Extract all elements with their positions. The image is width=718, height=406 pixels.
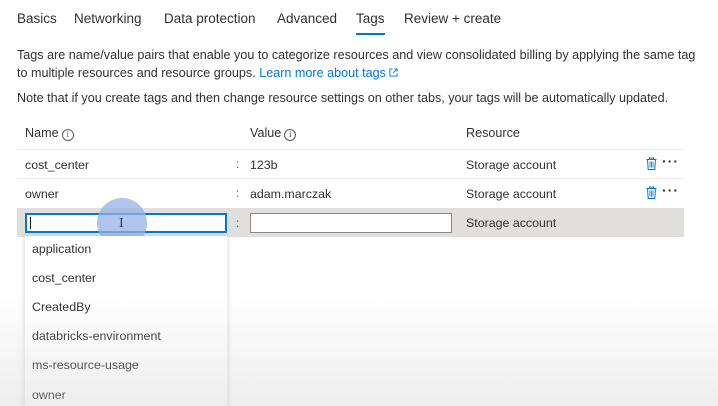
info-icon[interactable]: i [61,129,74,141]
tag-value-input[interactable] [250,213,452,233]
tag-separator: : [236,216,240,230]
trash-icon[interactable] [646,186,657,199]
external-link-icon [389,68,398,77]
trash-icon[interactable] [646,157,657,170]
tag-resource-cell: Storage account [466,158,557,172]
tag-value-cell: adam.marczak [250,187,332,201]
tab-review-create[interactable]: Review + create [404,11,501,26]
suggestion-createdby[interactable]: CreatedBy [32,300,91,314]
tab-basics[interactable]: Basics [17,11,57,26]
tag-name-suggestions: application cost_center CreatedBy databr… [25,236,227,406]
tab-networking[interactable]: Networking [74,11,142,26]
tab-tags[interactable]: Tags [356,11,385,35]
suggestion-application[interactable]: application [32,242,91,256]
info-icon[interactable]: i [284,129,297,141]
suggestion-databricks-environment[interactable]: databricks-environment [32,329,161,343]
tag-name-cell: owner [25,187,59,201]
active-tab-indicator [356,33,385,35]
text-caret [30,217,31,229]
tags-description: Tags are name/value pairs that enable yo… [17,46,707,82]
suggestion-cost-center[interactable]: cost_center [32,271,96,285]
divider [17,178,684,179]
tag-resource-cell: Storage account [466,187,557,201]
suggestion-owner[interactable]: owner [32,388,66,402]
tag-separator: : [236,157,240,171]
tag-resource-cell: Storage account [466,216,557,230]
tags-update-note: Note that if you create tags and then ch… [17,91,669,105]
column-header-name: Name i [25,126,74,141]
text-cursor-icon: I [119,216,124,230]
more-icon[interactable]: ··· [662,182,679,198]
divider [17,149,684,150]
tag-separator: : [236,186,240,200]
wizard-tabs: Basics Networking Data protection Advanc… [0,0,718,40]
learn-more-link[interactable]: Learn more about tags [259,66,398,80]
tag-name-cell: cost_center [25,158,90,172]
tab-tags-label: Tags [356,11,385,26]
tag-value-cell: 123b [250,158,278,172]
tab-data-protection[interactable]: Data protection [164,11,256,26]
column-header-value: Value i [250,126,297,141]
suggestion-ms-resource-usage[interactable]: ms-resource-usage [32,358,139,372]
column-header-resource: Resource [466,126,520,140]
tab-advanced[interactable]: Advanced [277,11,337,26]
more-icon[interactable]: ··· [662,153,679,169]
